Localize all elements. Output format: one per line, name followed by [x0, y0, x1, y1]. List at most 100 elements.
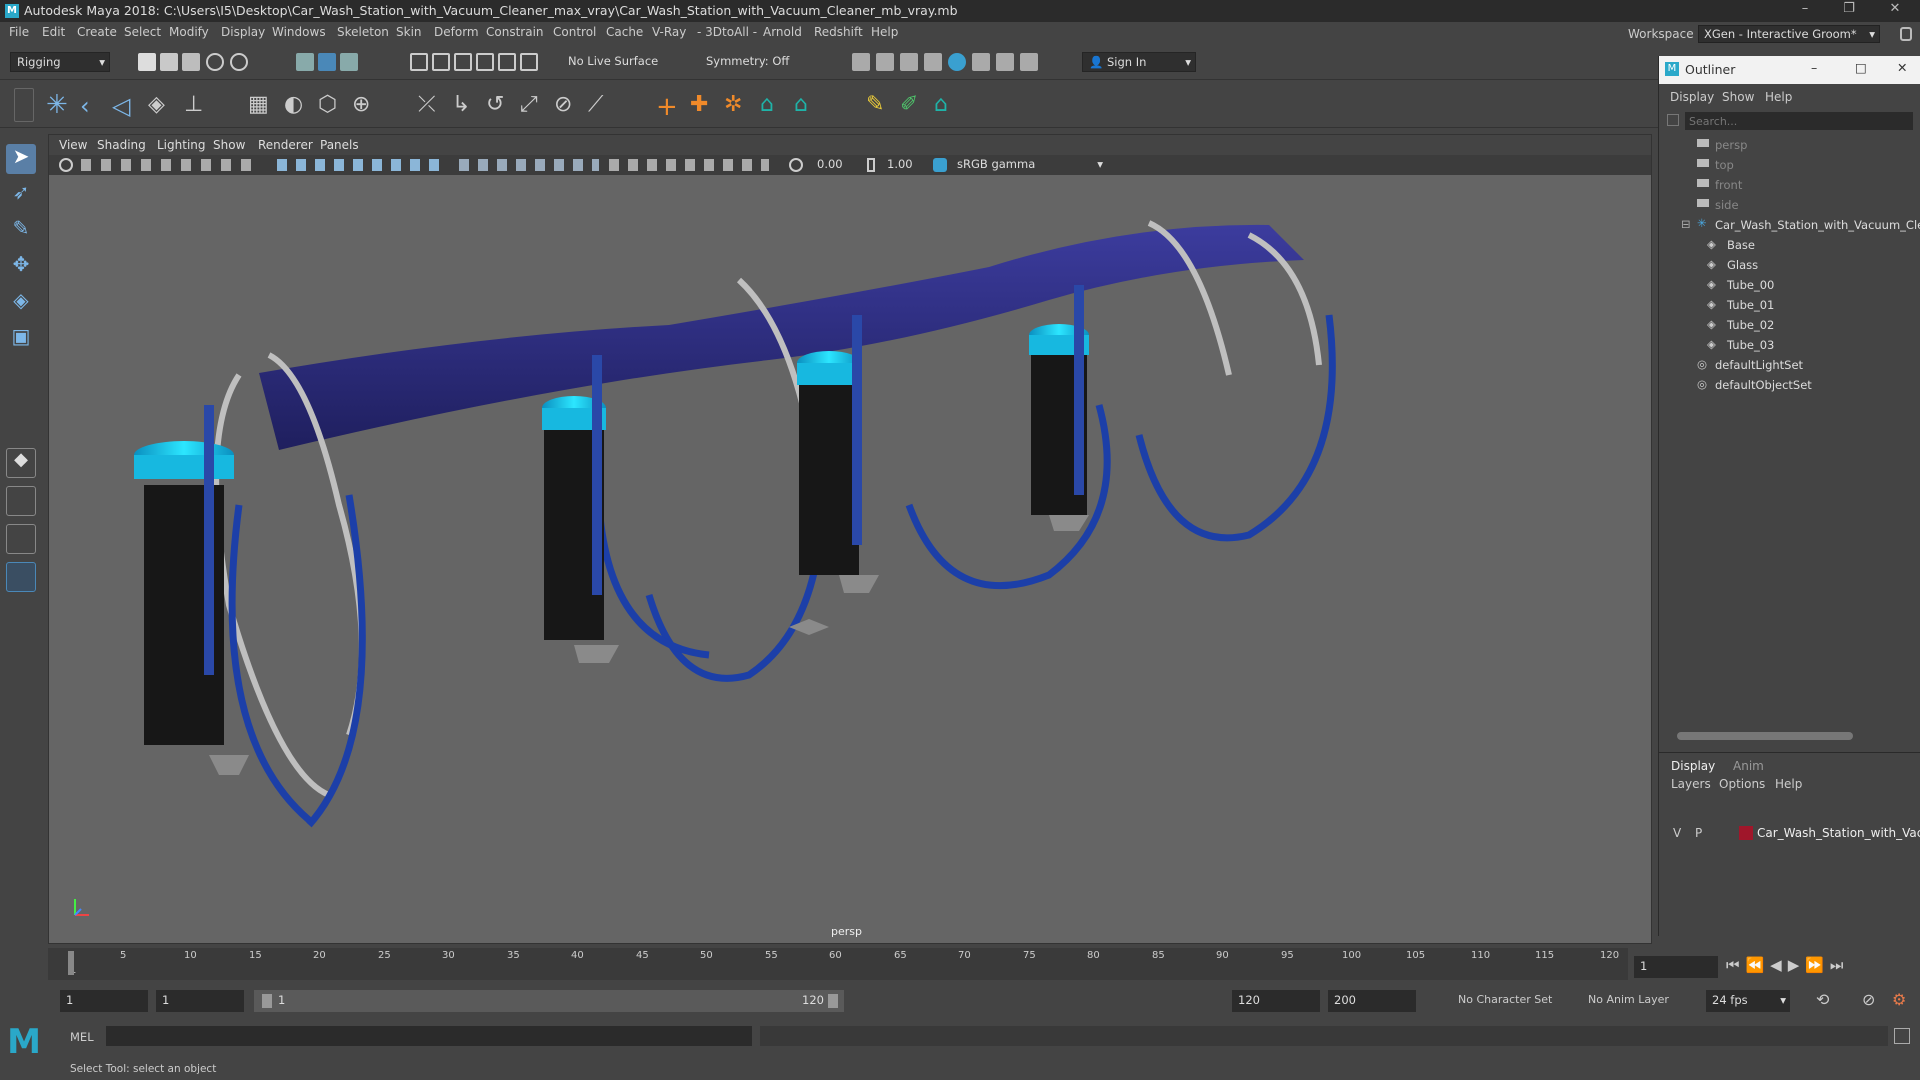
playback-end-field[interactable]: 120	[1232, 990, 1320, 1012]
layer-color-swatch[interactable]	[1739, 826, 1753, 840]
render-setup-icon[interactable]	[972, 53, 990, 71]
vp-menu-panels[interactable]: Panels	[320, 138, 359, 152]
layer-tab-display[interactable]: Display	[1671, 759, 1715, 773]
layer-visibility-toggle[interactable]: V	[1673, 826, 1681, 840]
influence-icon[interactable]: ⊕	[352, 92, 370, 117]
layer-tab-anim[interactable]: Anim	[1733, 759, 1764, 773]
render-icon[interactable]	[876, 53, 894, 71]
exposure-icon[interactable]	[789, 158, 803, 172]
outliner-item-tube00[interactable]: Tube_00	[1727, 278, 1774, 292]
constraint-scale-icon[interactable]: ⤢	[520, 92, 538, 117]
camera-select-icon[interactable]	[59, 158, 73, 172]
menu-edit[interactable]: Edit	[42, 25, 65, 39]
menu-windows[interactable]: Windows	[272, 25, 326, 39]
menu-arnold[interactable]: Arnold	[763, 25, 802, 39]
select-object-icon[interactable]	[318, 53, 336, 71]
smooth-bind-icon[interactable]: ⬡	[318, 92, 337, 117]
redo-icon[interactable]	[230, 53, 248, 71]
vp-menu-lighting[interactable]: Lighting	[157, 138, 206, 152]
auto-key-icon[interactable]: ⊘	[1862, 990, 1875, 1009]
outliner-search-input[interactable]	[1685, 112, 1913, 130]
menu-vray[interactable]: V-Ray	[652, 25, 686, 39]
hypershade-icon[interactable]	[948, 53, 966, 71]
four-pane-layout-icon[interactable]	[6, 486, 36, 516]
constraint-orient-icon[interactable]: ↺	[486, 92, 504, 117]
menu-set-dropdown[interactable]: Rigging ▾	[10, 52, 110, 72]
layer-row[interactable]: V P Car_Wash_Station_with_Vacuu	[1659, 823, 1920, 843]
menu-3dtoall[interactable]: - 3DtoAll -	[697, 25, 757, 39]
outliner-item-top[interactable]: top	[1715, 158, 1734, 172]
move-tool-icon[interactable]: ✥	[6, 252, 36, 282]
menu-deform[interactable]: Deform	[434, 25, 479, 39]
constraint-aim-icon[interactable]: ⊘	[554, 92, 572, 117]
collapse-icon[interactable]: ⊟	[1681, 217, 1691, 231]
outliner-menu-display[interactable]: Display	[1670, 90, 1714, 104]
hik-icon[interactable]: ✲	[724, 92, 742, 117]
lighting-modes-icon[interactable]	[609, 159, 769, 171]
outliner-item-base[interactable]: Base	[1727, 238, 1755, 252]
gamma-icon[interactable]	[867, 158, 875, 172]
playback-controls[interactable]: ⏮⏪◀▶⏩⏭	[1726, 956, 1849, 974]
ik-spline-icon[interactable]: ◁	[112, 92, 130, 120]
filter-icon[interactable]	[1667, 114, 1679, 126]
vp-menu-view[interactable]: View	[59, 138, 87, 152]
minimize-icon[interactable]: –	[1811, 60, 1817, 75]
select-hierarchy-icon[interactable]	[296, 53, 314, 71]
minimize-button[interactable]: –	[1792, 1, 1818, 16]
outliner-menu-show[interactable]: Show	[1722, 90, 1754, 104]
anim-layer-dropdown[interactable]: No Anim Layer	[1588, 993, 1669, 1006]
layer-menu-layers[interactable]: Layers	[1671, 777, 1711, 791]
menu-display[interactable]: Display	[221, 25, 265, 39]
snap-grid-icon[interactable]	[410, 53, 428, 71]
menu-create[interactable]: Create	[77, 25, 117, 39]
color-management-icon[interactable]	[933, 158, 947, 172]
menu-constrain[interactable]: Constrain	[486, 25, 544, 39]
outliner-item-objectset[interactable]: defaultObjectSet	[1715, 378, 1812, 392]
playhead[interactable]	[68, 951, 74, 975]
shading-modes-icon[interactable]	[459, 159, 599, 171]
vp-menu-shading[interactable]: Shading	[97, 138, 146, 152]
outliner-h-scrollbar[interactable]	[1677, 732, 1853, 740]
outliner-item-front[interactable]: front	[1715, 178, 1742, 192]
camera-tools-icon[interactable]	[81, 159, 251, 171]
constraint-parent-icon[interactable]: ⤫	[418, 92, 436, 117]
color-space-dropdown[interactable]: sRGB gamma ▾	[951, 156, 1107, 174]
lock-icon[interactable]	[1900, 27, 1912, 41]
save-scene-icon[interactable]	[182, 53, 200, 71]
viewport-panel[interactable]: View Shading Lighting Show Renderer Pane…	[48, 134, 1652, 944]
pause-icon[interactable]	[1020, 53, 1038, 71]
snap-surface-icon[interactable]	[498, 53, 516, 71]
start-time-field[interactable]: 1	[60, 990, 148, 1012]
ik-handle-icon[interactable]: ‹	[80, 92, 90, 120]
outliner-item-lightset[interactable]: defaultLightSet	[1715, 358, 1803, 372]
render-view-icon[interactable]	[852, 53, 870, 71]
character-set-dropdown[interactable]: No Character Set	[1458, 993, 1552, 1006]
outliner-item-tube01[interactable]: Tube_01	[1727, 298, 1774, 312]
range-handle-start[interactable]	[262, 994, 272, 1008]
paint-select-icon[interactable]: ✎	[6, 216, 36, 246]
menu-control[interactable]: Control	[553, 25, 596, 39]
exposure-field[interactable]: 0.00	[809, 156, 857, 174]
menu-cache[interactable]: Cache	[606, 25, 643, 39]
menu-redshift[interactable]: Redshift	[814, 25, 863, 39]
menu-modify[interactable]: Modify	[169, 25, 209, 39]
snap-view-icon[interactable]	[476, 53, 494, 71]
snap-vertex-icon[interactable]	[520, 53, 538, 71]
new-scene-icon[interactable]	[138, 53, 156, 71]
live-surface-field[interactable]: No Live Surface	[562, 52, 662, 72]
command-input[interactable]	[106, 1026, 752, 1046]
time-slider[interactable]: 1 5 10 15 20 25 30 35 40 45 50 55 60 65 …	[48, 948, 1628, 980]
render-settings-icon[interactable]	[924, 53, 942, 71]
script-editor-icon[interactable]	[1894, 1028, 1910, 1044]
snap-curve-icon[interactable]	[432, 53, 450, 71]
blend-shape-icon[interactable]: ✎	[866, 92, 884, 117]
outliner-item-tube03[interactable]: Tube_03	[1727, 338, 1774, 352]
mirror-joint-icon[interactable]: ⊥	[184, 92, 203, 117]
menu-select[interactable]: Select	[124, 25, 161, 39]
vp-menu-renderer[interactable]: Renderer	[258, 138, 313, 152]
gamma-field[interactable]: 1.00	[879, 156, 925, 174]
open-scene-icon[interactable]	[160, 53, 178, 71]
cluster-icon[interactable]: ✚	[690, 92, 708, 117]
quick-rig-icon[interactable]: ⌂	[760, 92, 774, 117]
menu-file[interactable]: File	[9, 25, 29, 39]
